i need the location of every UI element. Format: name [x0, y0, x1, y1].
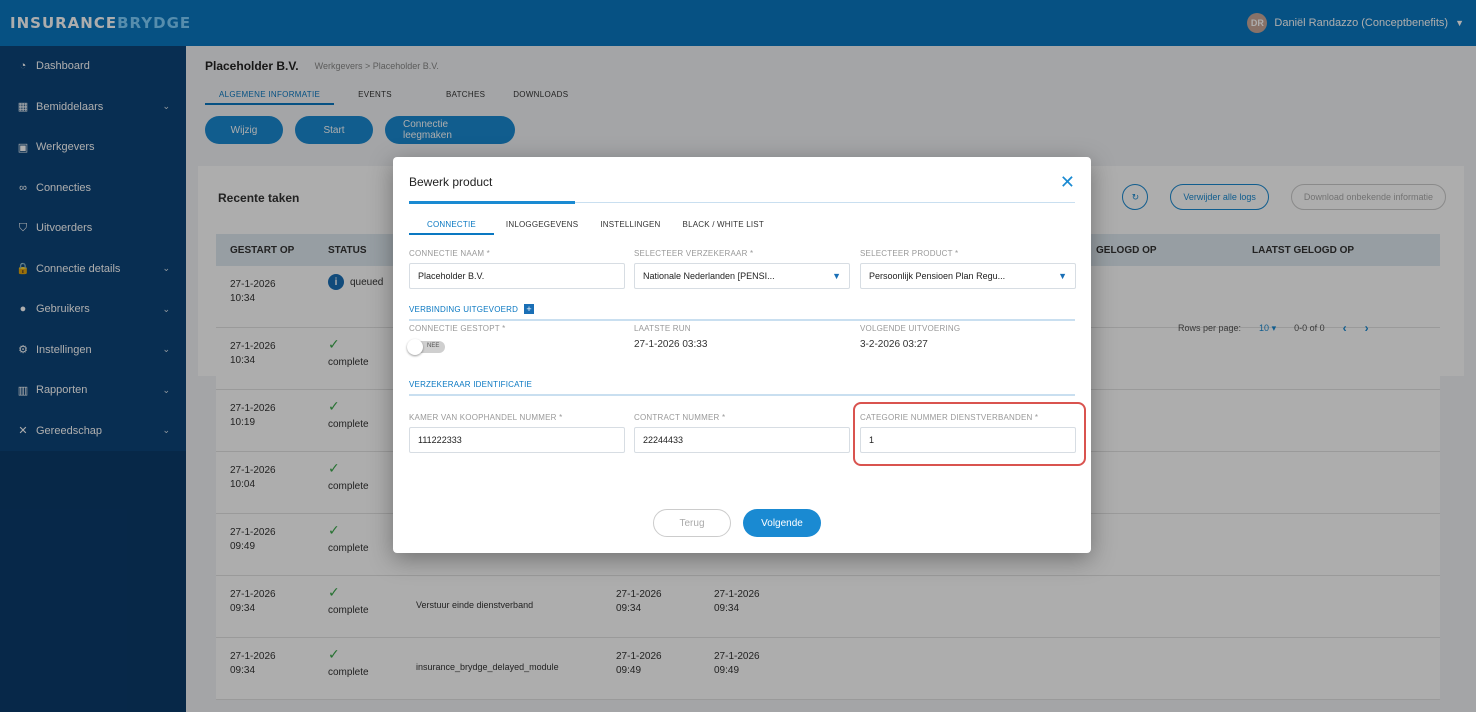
laatste-run-info: LAATSTE RUN 27-1-2026 03:33 [634, 324, 707, 350]
tab-instellingen[interactable]: INSTELLINGEN [590, 220, 670, 235]
volgende-uitvoering-info: VOLGENDE UITVOERING 3-2-2026 03:27 [860, 324, 960, 350]
dialog-footer: Terug Volgende [653, 509, 821, 537]
contract-input[interactable]: 22244433 [634, 427, 850, 453]
tab-connectie[interactable]: CONNECTIE [409, 220, 494, 235]
gestopt-label: CONNECTIE GESTOPT * [409, 324, 506, 333]
tab-inloggegevens[interactable]: INLOGGEGEVENS [496, 220, 588, 235]
laatste-run-value: 27-1-2026 03:33 [634, 339, 708, 350]
laatste-run-label: LAATSTE RUN [634, 324, 691, 333]
volgende-uitvoering-value: 3-2-2026 03:27 [860, 339, 928, 350]
edit-product-dialog: Bewerk product ✕ CONNECTIE INLOGGEGEVENS… [393, 157, 1091, 553]
tab-black-white-list[interactable]: BLACK / WHITE LIST [673, 220, 774, 235]
contract-field: CONTRACT NUMMER * 22244433 [634, 413, 850, 453]
dropdown-arrow-icon: ▼ [832, 271, 841, 281]
connectie-naam-field: CONNECTIE NAAM * Placeholder B.V. [409, 249, 625, 289]
expand-plus-icon[interactable]: + [524, 304, 535, 314]
section-verzekeraar-identificatie: VERZEKERAAR IDENTIFICATIE [409, 380, 1075, 396]
volgende-uitvoering-label: VOLGENDE UITVOERING [860, 324, 961, 333]
dropdown-arrow-icon: ▼ [1058, 271, 1067, 281]
verzekeraar-field: SELECTEER VERZEKERAAR * Nationale Nederl… [634, 249, 850, 289]
field-label: SELECTEER PRODUCT * [860, 249, 959, 258]
verzekeraar-select[interactable]: Nationale Nederlanden [PENSI... ▼ [634, 263, 850, 289]
title-divider [409, 201, 1075, 204]
field-label: CONTRACT NUMMER * [634, 413, 726, 422]
terug-button[interactable]: Terug [653, 509, 731, 537]
connectie-gestopt-info: CONNECTIE GESTOPT * NEE [407, 324, 506, 355]
close-icon[interactable]: ✕ [1060, 172, 1075, 193]
section-verbinding-uitgevoerd: VERBINDING UITGEVOERD + [409, 304, 1075, 321]
connectie-gestopt-toggle[interactable]: NEE [407, 339, 445, 355]
product-select[interactable]: Persoonlijk Pensioen Plan Regu... ▼ [860, 263, 1076, 289]
volgende-button[interactable]: Volgende [743, 509, 821, 537]
kvk-field: KAMER VAN KOOPHANDEL NUMMER * 111222333 [409, 413, 625, 453]
connectie-naam-input[interactable]: Placeholder B.V. [409, 263, 625, 289]
product-field: SELECTEER PRODUCT * Persoonlijk Pensioen… [860, 249, 1076, 289]
dialog-tabs: CONNECTIE INLOGGEGEVENS INSTELLINGEN BLA… [409, 220, 776, 235]
field-label: KAMER VAN KOOPHANDEL NUMMER * [409, 413, 563, 422]
field-label: CONNECTIE NAAM * [409, 249, 490, 258]
kvk-input[interactable]: 111222333 [409, 427, 625, 453]
dialog-title: Bewerk product [409, 175, 493, 189]
field-label: SELECTEER VERZEKERAAR * [634, 249, 754, 258]
highlight-box [853, 402, 1086, 466]
